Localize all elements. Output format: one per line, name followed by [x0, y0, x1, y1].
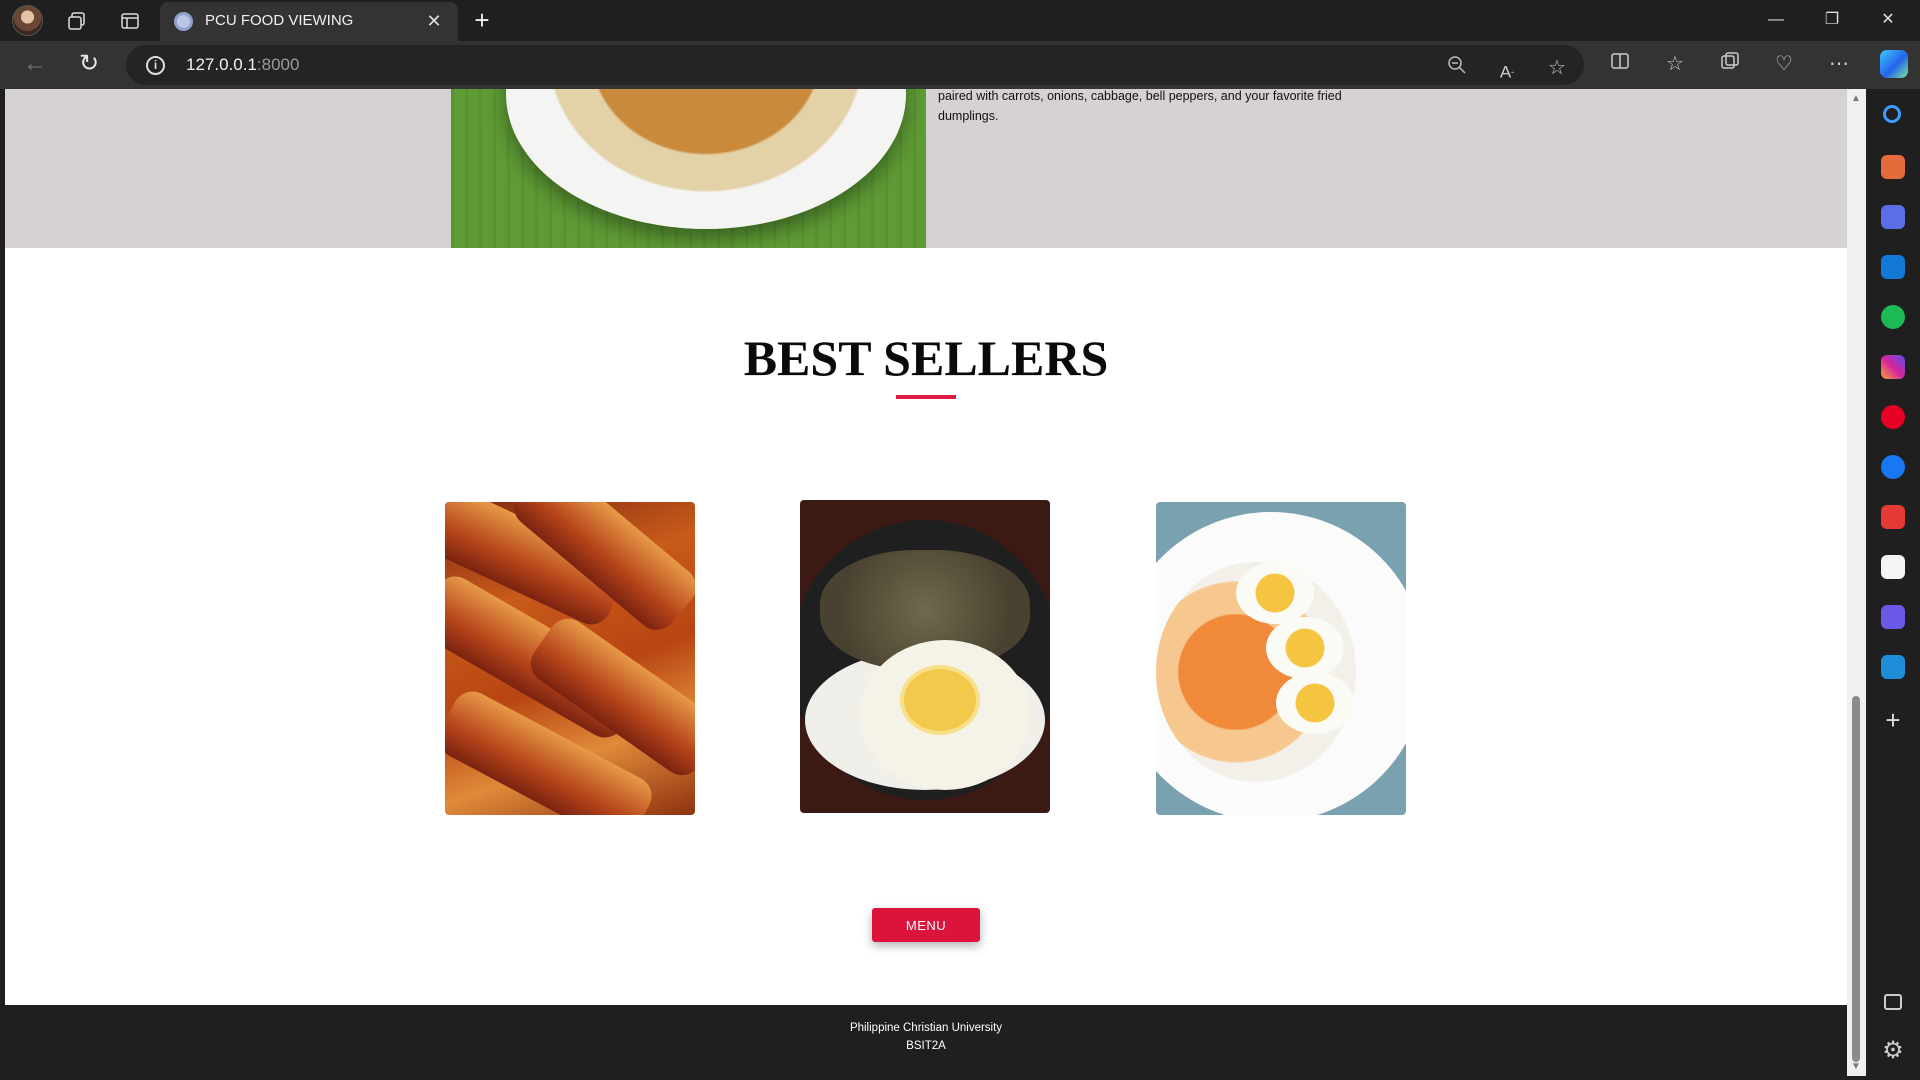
noodle-dumpling-bowl-image: [451, 89, 926, 248]
featured-dish-description: paired with carrots, onions, cabbage, be…: [938, 89, 1342, 123]
footer-university: Philippine Christian University: [849, 1022, 1003, 1034]
footer-section: BSIT2A: [906, 1040, 946, 1052]
lumpia-dish-image[interactable]: [445, 502, 695, 815]
back-button[interactable]: ←: [20, 50, 50, 80]
sidebar-search-icon[interactable]: [1883, 105, 1901, 123]
sidebar-facebook-icon[interactable]: [1881, 455, 1905, 479]
profile-avatar[interactable]: [12, 5, 43, 36]
heading-underline: [896, 395, 956, 399]
best-sellers-heading: BEST SELLERS: [743, 330, 1109, 386]
sidebar-settings-icon[interactable]: ⚙: [1881, 1039, 1905, 1063]
more-options-icon[interactable]: ⋯: [1826, 51, 1852, 77]
sidebar-hide-icon[interactable]: [1884, 994, 1902, 1010]
address-bar[interactable]: i 127.0.0.1:8000 Aꞈ ☆: [126, 45, 1584, 85]
favorite-star-icon[interactable]: ☆: [1544, 55, 1570, 81]
sidebar-copilot-icon[interactable]: [1881, 205, 1905, 229]
scrollbar-thumb[interactable]: [1852, 696, 1860, 1062]
sidebar-notion-icon[interactable]: [1881, 555, 1905, 579]
scroll-up-arrow-icon[interactable]: ▲: [1851, 93, 1861, 104]
browser-navbar: ← ↻ i 127.0.0.1:8000 Aꞈ ☆ ☆ ♡ ⋯: [0, 41, 1920, 89]
split-screen-icon[interactable]: [1607, 51, 1633, 77]
boiled-egg: [1266, 617, 1344, 679]
page-footer: Philippine Christian University BSIT2A: [5, 1005, 1847, 1076]
scroll-down-arrow-icon[interactable]: ▼: [1851, 1061, 1861, 1072]
reload-button[interactable]: ↻: [74, 50, 104, 80]
collections-icon[interactable]: [1717, 51, 1743, 77]
url-text[interactable]: 127.0.0.1:8000: [186, 55, 299, 75]
tab-title: PCU FOOD VIEWING: [205, 12, 354, 29]
sidebar-add-icon[interactable]: +: [1881, 707, 1905, 733]
site-info-icon[interactable]: i: [146, 56, 165, 75]
sidebar-instagram-icon[interactable]: [1881, 355, 1905, 379]
url-host: 127.0.0.1: [186, 55, 257, 74]
url-port: :8000: [256, 55, 300, 74]
minimize-window-button[interactable]: —: [1754, 4, 1798, 36]
featured-dish-section: paired with carrots, onions, cabbage, be…: [5, 89, 1847, 248]
copilot-icon[interactable]: [1880, 50, 1908, 78]
sisig-rice-egg-image[interactable]: [800, 500, 1050, 813]
close-tab-icon[interactable]: ✕: [422, 9, 446, 33]
page-scrollbar[interactable]: ▲ ▼: [1847, 89, 1866, 1076]
menu-button[interactable]: MENU: [872, 908, 980, 942]
sidebar-outlook-icon[interactable]: [1881, 255, 1905, 279]
browser-essentials-icon[interactable]: ♡: [1771, 51, 1797, 77]
sidebar-pinterest-icon[interactable]: [1881, 405, 1905, 429]
boiled-egg: [1276, 672, 1354, 734]
favorites-icon[interactable]: ☆: [1662, 51, 1688, 77]
zoom-out-icon[interactable]: [1444, 55, 1470, 81]
boiled-egg: [1236, 562, 1314, 624]
restore-window-button[interactable]: ❐: [1810, 4, 1854, 36]
tab-favicon-icon: [174, 12, 193, 31]
sidebar-onedrive-icon[interactable]: [1881, 655, 1905, 679]
page-viewport: paired with carrots, onions, cabbage, be…: [5, 89, 1847, 1076]
browser-sidebar: + ⚙: [1866, 89, 1920, 1080]
sidebar-tools-icon[interactable]: [1881, 155, 1905, 179]
tab-pcu-food-viewing[interactable]: PCU FOOD VIEWING ✕: [160, 2, 458, 41]
sidebar-designer-icon[interactable]: [1881, 605, 1905, 629]
browser-titlebar: PCU FOOD VIEWING ✕ + — ❐ ✕: [0, 0, 1920, 41]
read-aloud-icon[interactable]: Aꞈ: [1494, 55, 1520, 82]
sidebar-office-icon[interactable]: [1881, 505, 1905, 529]
pancit-palabok-image[interactable]: [1156, 502, 1406, 815]
sidebar-spotify-icon[interactable]: [1881, 305, 1905, 329]
egg-yolk: [900, 665, 980, 735]
close-window-button[interactable]: ✕: [1866, 4, 1910, 36]
vertical-tabs-icon[interactable]: [117, 8, 143, 34]
workspaces-icon[interactable]: [64, 8, 90, 34]
new-tab-button[interactable]: +: [468, 7, 496, 35]
